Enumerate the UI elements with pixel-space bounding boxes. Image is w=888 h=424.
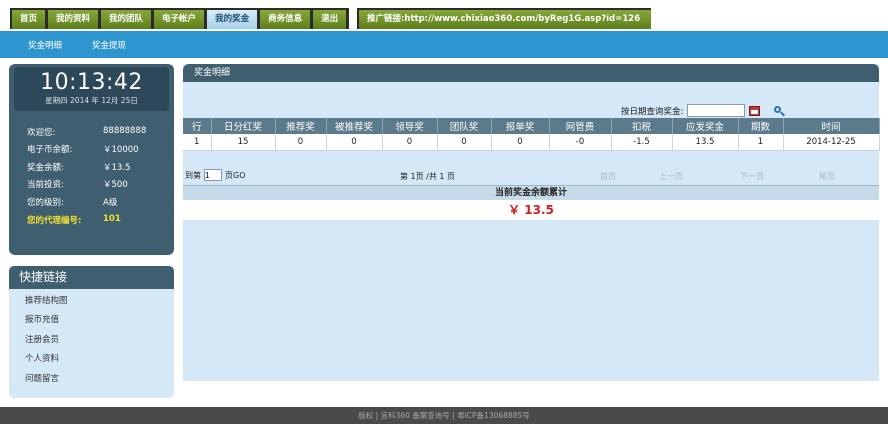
account-info-label: 您的级别: (27, 198, 64, 208)
table-cell: 0 (491, 134, 550, 151)
table-cell: 1 (183, 134, 212, 151)
goto-page-input[interactable] (204, 169, 222, 181)
column-header[interactable]: 被推荐奖 (326, 118, 383, 134)
column-header[interactable]: 应发奖金 (672, 118, 739, 134)
quick-links-panel: 快捷链接 推荐结构图 报币充值 注册会员 个人资料 问题留言 (9, 266, 174, 398)
prev-page-link[interactable]: 上一页 (659, 171, 683, 182)
table-cell: 0 (382, 134, 438, 151)
goto-prefix: 到第 (185, 170, 201, 180)
table-cell: 15 (211, 134, 276, 151)
bonus-details-panel: 奖金明细 按日期查询奖金: 行日分红奖 推荐奖 被推荐奖 领导奖 团队奖 报单奖 网管费 扣税… (183, 64, 880, 381)
subnav-bonus-details[interactable]: 奖金明细 (28, 39, 62, 51)
account-info-row: 您的级别: A级 (27, 196, 167, 208)
account-info-row: 电子币余额: ￥10000 (27, 143, 167, 155)
quick-link-item[interactable]: 注册会员 (9, 331, 174, 350)
promo-link-box: 推广链接:http://www.chixiao360.com/byReg1G.a… (357, 8, 651, 29)
nav-tab-bar: 首页 我的资料 我的团队 电子帐户 我的奖金 商务信息 退出 (10, 8, 350, 29)
quick-link-item[interactable]: 推荐结构图 (9, 292, 174, 311)
account-info-value: ￥13.5 (103, 163, 131, 173)
table-header-row: 行日分红奖 推荐奖 被推荐奖 领导奖 团队奖 报单奖 网管费 扣税 应发奖金 期数 时间 (183, 118, 880, 134)
clock-time: 10:13:42 (40, 70, 143, 95)
last-page-link[interactable]: 尾页 (819, 171, 835, 182)
table-cell: 1 (738, 134, 784, 151)
account-info-value: ￥10000 (103, 145, 139, 155)
top-navigation: 首页 我的资料 我的团队 电子帐户 我的奖金 商务信息 退出 推广链接:http://www… (0, 0, 888, 31)
account-info-value: ￥500 (103, 180, 128, 190)
total-value: ￥ 13.5 (183, 200, 879, 220)
account-info-row: 当前投资: ￥500 (27, 178, 167, 190)
table-cell: 2014-12-25 (783, 134, 880, 151)
goto-button[interactable]: 页GO (225, 170, 246, 181)
promo-label: 推广链接: (367, 14, 405, 24)
calendar-icon[interactable] (749, 105, 761, 116)
promo-url[interactable]: http://www.chixiao360.com/byReg1G.asp?id… (404, 14, 640, 24)
nav-tab-home[interactable]: 首页 (12, 10, 46, 29)
account-info-value: 88888888 (103, 126, 147, 136)
table-row: 1 15 0 0 0 0 0 -0 -1.5 13.5 1 2014-12-25 (183, 134, 880, 151)
column-header[interactable]: 时间 (783, 118, 880, 134)
pagination: 到第 页GO 第 1页 /共 1 页 首页 上一页 下一页 尾页 (183, 169, 879, 183)
column-header[interactable]: 行 (183, 118, 212, 134)
table-cell: 13.5 (672, 134, 739, 151)
table-cell: 0 (326, 134, 383, 151)
nav-tab-team[interactable]: 我的团队 (101, 10, 152, 29)
panel-title: 奖金明细 (183, 64, 879, 82)
column-header[interactable]: 扣税 (611, 118, 673, 134)
account-panel: 10:13:42 星期四 2014 年 12月 25日 欢迎您: 88888888… (9, 64, 174, 255)
table-cell: -0 (549, 134, 612, 151)
column-header[interactable]: 网管费 (549, 118, 612, 134)
quick-link-item[interactable]: 问题留言 (9, 370, 174, 389)
footer: 版权 | 宜科360 备案查询号 | 粤ICP备13068885号 (0, 407, 888, 424)
account-info-value: A级 (103, 198, 118, 208)
nav-tab-account[interactable]: 电子帐户 (154, 10, 205, 29)
agent-number-value: 101 (103, 214, 121, 224)
column-header[interactable]: 报单奖 (491, 118, 550, 134)
sub-navigation: 奖金明细 奖金提现 (0, 31, 888, 58)
nav-tab-bonus[interactable]: 我的奖金 (207, 10, 258, 29)
quick-link-item[interactable]: 个人资料 (9, 350, 174, 369)
table-cell: 0 (437, 134, 492, 151)
nav-tab-profile[interactable]: 我的资料 (48, 10, 99, 29)
first-page-link[interactable]: 首页 (600, 171, 616, 182)
account-info-label: 奖金余额: (27, 163, 64, 173)
agent-number-row: 您的代理编号: 101 (27, 214, 167, 226)
page-info: 第 1页 /共 1 页 (400, 172, 456, 181)
date-query: 按日期查询奖金: (621, 104, 786, 117)
account-info-row: 奖金余额: ￥13.5 (27, 161, 167, 173)
column-header[interactable]: 日分红奖 (211, 118, 276, 134)
clock-panel: 10:13:42 星期四 2014 年 12月 25日 (14, 67, 169, 111)
promo-link[interactable]: 推广链接:http://www.chixiao360.com/byReg1G.a… (359, 10, 651, 29)
account-info-label: 当前投资: (27, 180, 64, 190)
date-query-input[interactable] (687, 104, 746, 117)
total-label: 当前奖金余额累计 (183, 185, 879, 200)
account-info-label: 欢迎您: (27, 128, 56, 138)
nav-tab-logout[interactable]: 退出 (313, 10, 347, 29)
clock-date: 星期四 2014 年 12月 25日 (45, 96, 138, 105)
column-header[interactable]: 团队奖 (437, 118, 492, 134)
nav-tab-business[interactable]: 商务信息 (260, 10, 311, 29)
search-icon[interactable] (773, 105, 786, 117)
account-info-row: 欢迎您: 88888888 (27, 126, 167, 138)
goto-page: 到第 页GO (185, 169, 246, 181)
agent-number-label: 您的代理编号: (27, 216, 82, 226)
column-header[interactable]: 期数 (738, 118, 784, 134)
quick-links-title: 快捷链接 (9, 266, 174, 289)
subnav-bonus-withdraw[interactable]: 奖金提现 (92, 39, 126, 51)
column-header[interactable]: 领导奖 (382, 118, 438, 134)
table-cell: -1.5 (611, 134, 673, 151)
table-cell: 0 (275, 134, 327, 151)
date-query-label: 按日期查询奖金: (621, 106, 684, 117)
next-page-link[interactable]: 下一页 (740, 171, 764, 182)
account-info-label: 电子币余额: (27, 145, 73, 155)
bonus-table: 行日分红奖 推荐奖 被推荐奖 领导奖 团队奖 报单奖 网管费 扣税 应发奖金 期数 时间 1 15 0 0… (183, 118, 880, 151)
column-header[interactable]: 推荐奖 (275, 118, 327, 134)
quick-link-item[interactable]: 报币充值 (9, 311, 174, 330)
